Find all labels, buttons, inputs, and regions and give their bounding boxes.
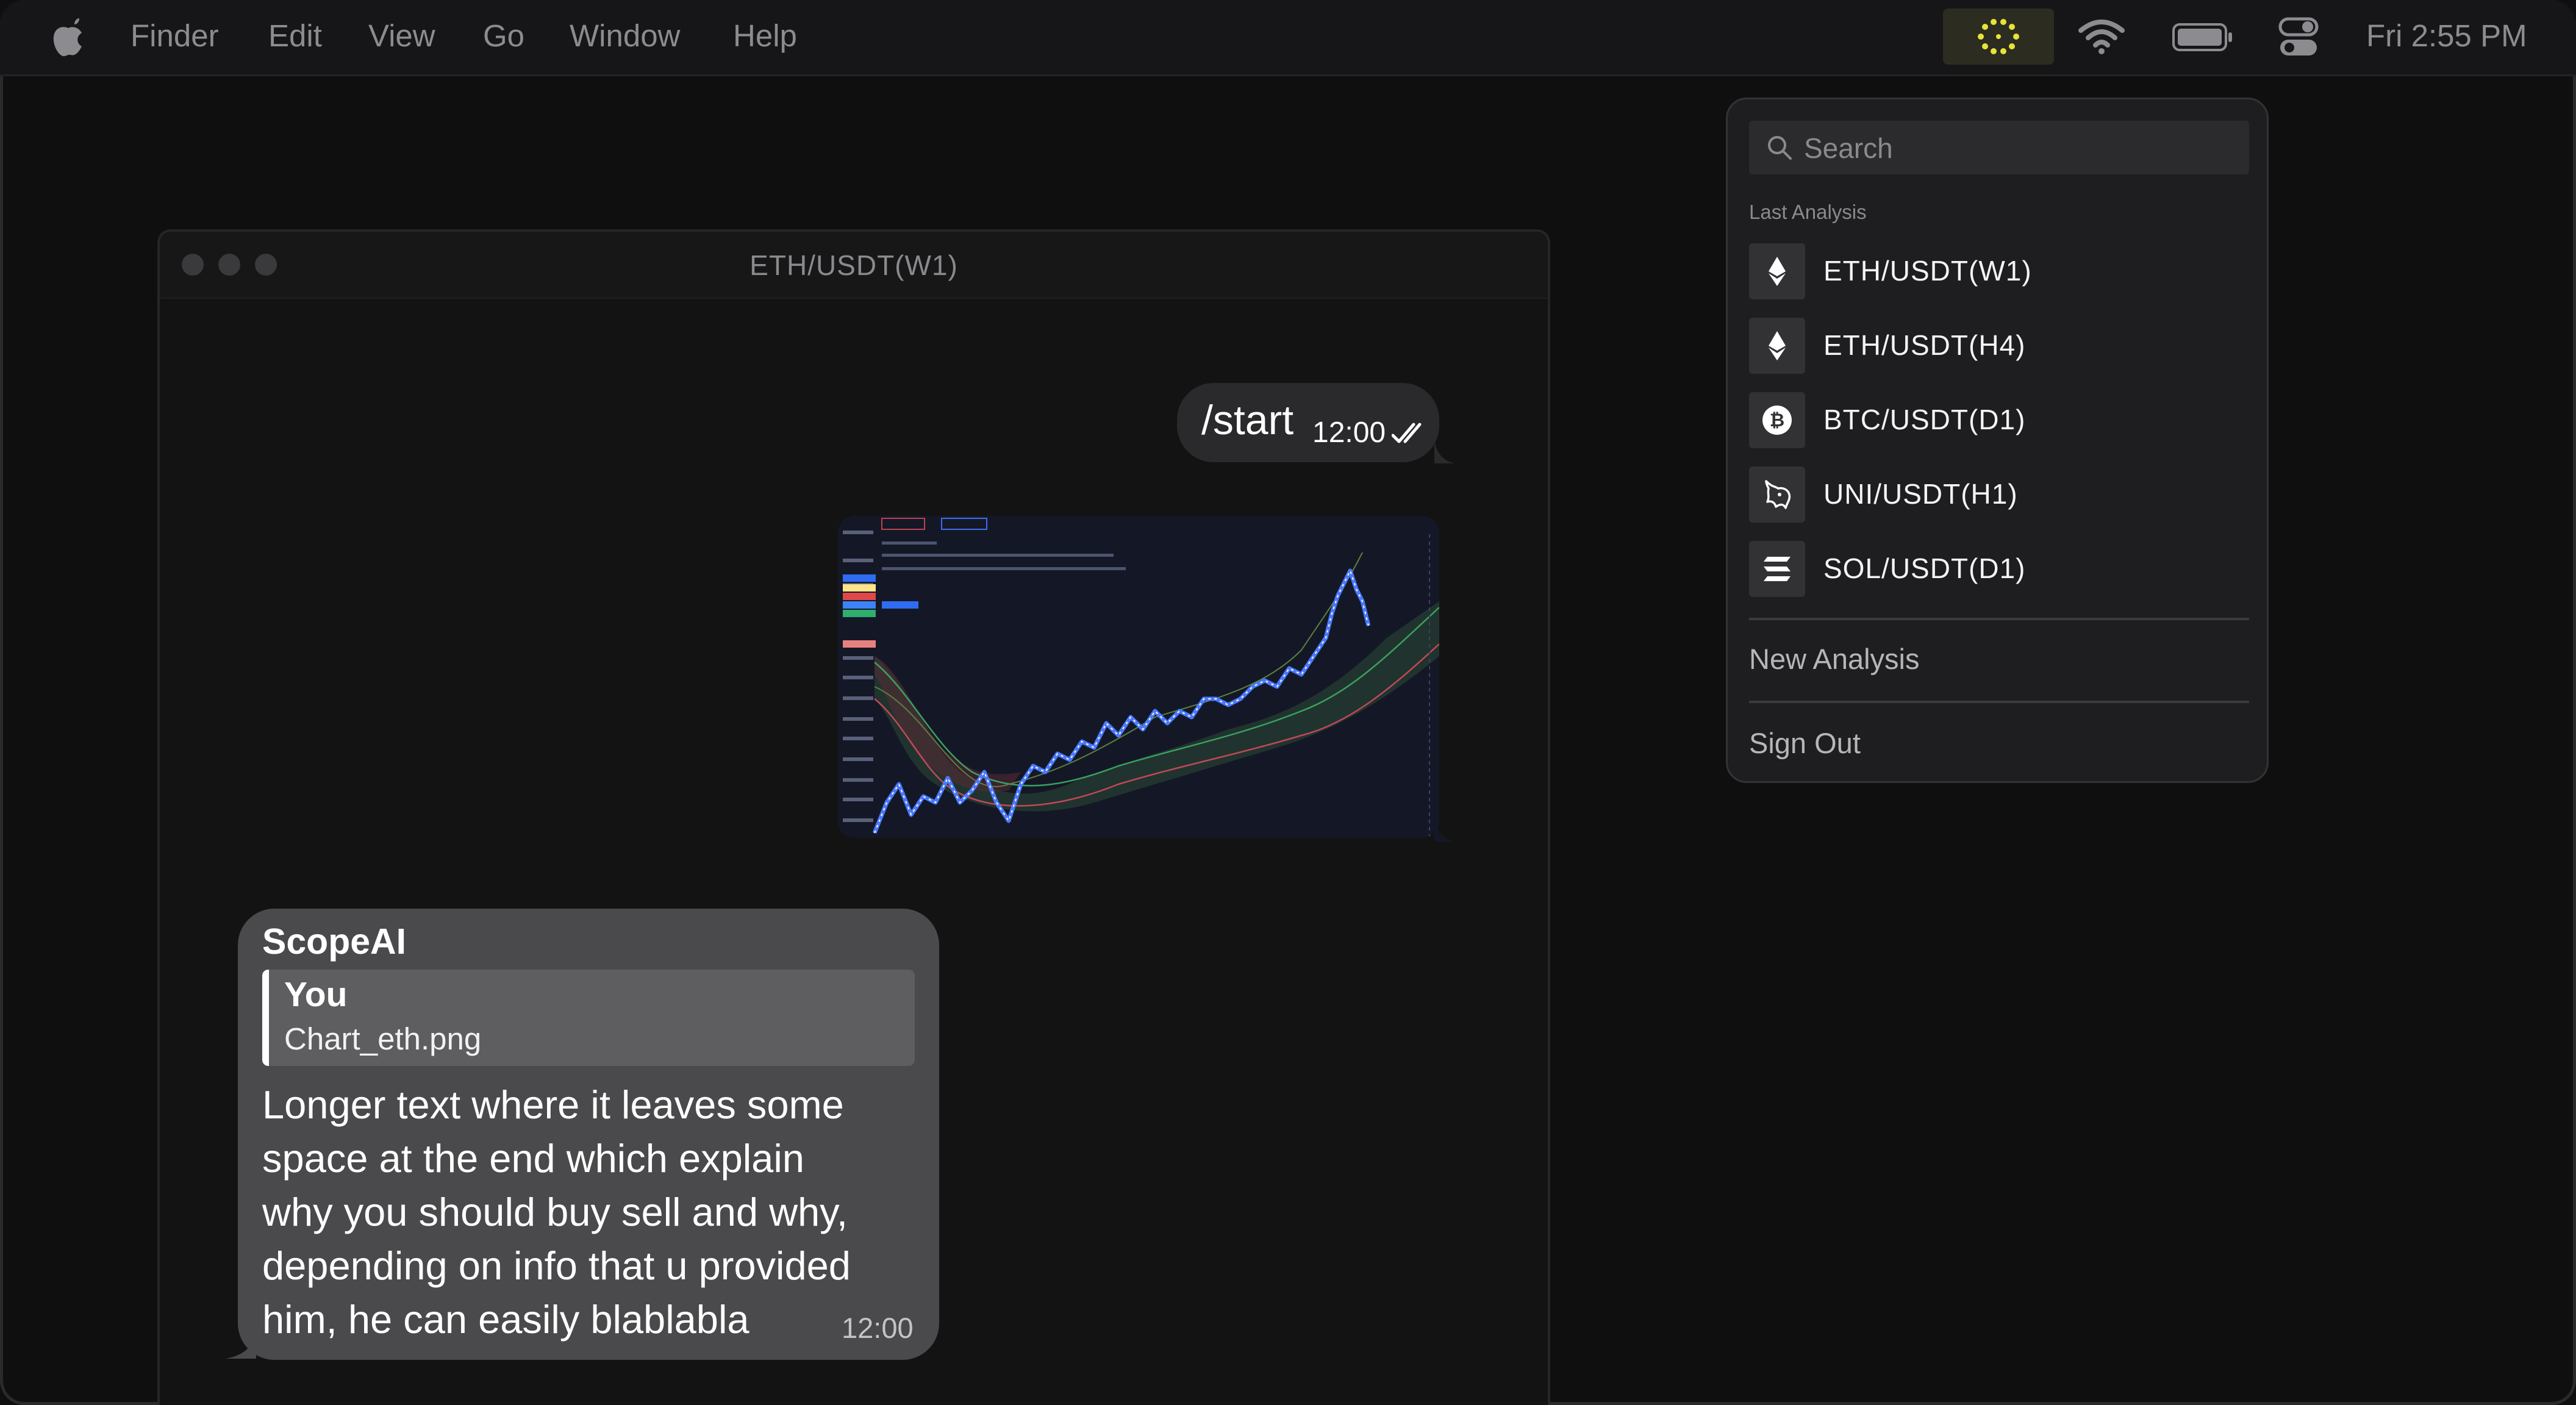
bitcoin-icon: ₿ (1762, 406, 1792, 435)
analysis-item-label: ETH/USDT(W1) (1823, 255, 2032, 287)
sign-out-button[interactable]: Sign Out (1749, 726, 1861, 760)
menu-bar-clock[interactable]: Fri 2:55 PM (2366, 16, 2527, 56)
menu-edit[interactable]: Edit (268, 16, 322, 56)
reply-quote[interactable]: You Chart_eth.png (262, 970, 915, 1066)
coin-tile (1749, 541, 1805, 597)
menu-window[interactable]: Window (570, 16, 680, 56)
message-sender-name: ScopeAI (262, 921, 407, 962)
chart-image-attachment[interactable] (838, 516, 1439, 838)
menu-view[interactable]: View (368, 16, 435, 56)
outgoing-message-bubble[interactable]: /start 12:00 (1177, 383, 1439, 462)
solana-icon (1764, 557, 1791, 581)
window-title: ETH/USDT(W1) (750, 249, 958, 281)
ethereum-icon (1769, 257, 1786, 286)
search-field[interactable] (1749, 121, 2249, 174)
desktop-screen: Finder Edit View Go Window Help Fri 2:55… (0, 0, 2576, 1405)
search-input[interactable] (1803, 129, 2232, 167)
incoming-message-time: 12:00 (842, 1312, 914, 1344)
menu-help[interactable]: Help (733, 16, 797, 56)
coin-tile (1749, 243, 1805, 299)
double-check-icon (1392, 423, 1422, 443)
coin-tile (1749, 467, 1805, 523)
menu-finder[interactable]: Finder (131, 16, 219, 56)
last-analysis-heading: Last Analysis (1749, 201, 1867, 223)
reply-quote-bar (262, 970, 269, 1066)
outgoing-message-time: 12:00 (1312, 416, 1386, 449)
analysis-item-label: BTC/USDT(D1) (1823, 404, 2026, 435)
menu-bar: Finder Edit View Go Window Help Fri 2:55… (0, 0, 2576, 76)
window-titlebar[interactable]: ETH/USDT(W1) (160, 232, 1548, 299)
outgoing-message-text: /start (1201, 397, 1294, 443)
scope-ai-dots-icon (1978, 19, 2019, 54)
scope-ai-menu-panel: Last Analysis ETH/USDT(W1) ETH/USDT(H4) (1726, 98, 2269, 783)
apple-logo-icon[interactable] (51, 18, 85, 57)
price-chart-thumbnail (838, 516, 1439, 838)
battery-icon[interactable] (2172, 23, 2233, 51)
ethereum-icon (1769, 331, 1786, 360)
outgoing-bubble-tail (1434, 439, 1455, 463)
analysis-item-eth-h4[interactable]: ETH/USDT(H4) (1749, 318, 2249, 376)
analysis-item-label: ETH/USDT(H4) (1823, 329, 2026, 361)
reply-quote-filename: Chart_eth.png (284, 1021, 482, 1056)
chat-window: ETH/USDT(W1) /start 12:00 ScopeAI You Ch… (157, 229, 1550, 1405)
wifi-icon[interactable] (2078, 18, 2125, 55)
search-icon (1768, 136, 1792, 160)
analysis-item-eth-w1[interactable]: ETH/USDT(W1) (1749, 243, 2249, 302)
menu-divider (1749, 618, 2249, 620)
svg-text:₿: ₿ (1770, 410, 1784, 431)
analysis-item-label: UNI/USDT(H1) (1823, 478, 2018, 510)
image-bubble-tail (1434, 817, 1455, 842)
coin-tile (1749, 318, 1805, 374)
analysis-item-label: SOL/USDT(D1) (1823, 552, 2026, 584)
scope-ai-status-button[interactable] (1943, 9, 2054, 65)
menu-divider (1749, 701, 2249, 703)
reply-quote-author: You (284, 975, 348, 1014)
incoming-message-bubble[interactable]: ScopeAI You Chart_eth.png Longer text wh… (238, 909, 939, 1360)
new-analysis-button[interactable]: New Analysis (1749, 642, 1920, 676)
analysis-item-btc-d1[interactable]: ₿ BTC/USDT(D1) (1749, 392, 2249, 451)
coin-tile: ₿ (1749, 392, 1805, 448)
uniswap-icon (1765, 480, 1791, 509)
control-center-icon[interactable] (2278, 17, 2319, 57)
analysis-item-sol-d1[interactable]: SOL/USDT(D1) (1749, 541, 2249, 599)
analysis-item-uni-h1[interactable]: UNI/USDT(H1) (1749, 467, 2249, 525)
incoming-bubble-tail (226, 1329, 256, 1359)
menu-go[interactable]: Go (483, 16, 524, 56)
incoming-message-text: Longer text where it leaves some space a… (262, 1082, 851, 1342)
